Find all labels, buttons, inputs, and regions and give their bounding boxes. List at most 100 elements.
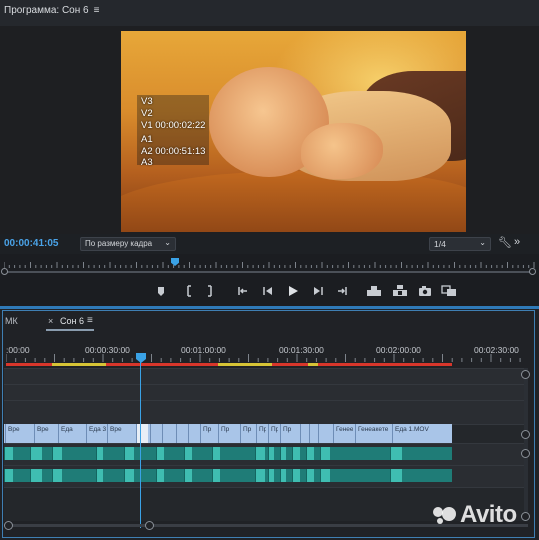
video-clip[interactable] bbox=[318, 424, 332, 443]
audio-clip[interactable] bbox=[124, 447, 134, 460]
audio-clip[interactable] bbox=[184, 447, 192, 460]
video-clip[interactable]: Пр bbox=[240, 424, 254, 443]
program-monitor-title[interactable]: Программа: Сон 6 ≡ bbox=[4, 5, 99, 16]
audio-lane-a2[interactable] bbox=[4, 469, 452, 482]
audio-clip[interactable] bbox=[212, 469, 220, 482]
video-clip[interactable] bbox=[176, 424, 188, 443]
video-clip[interactable] bbox=[188, 424, 200, 443]
marker-icon[interactable] bbox=[157, 285, 165, 297]
audio-clip[interactable] bbox=[255, 469, 265, 482]
audio-clip[interactable] bbox=[30, 447, 42, 460]
audio-clip[interactable] bbox=[96, 469, 103, 482]
track-v3[interactable] bbox=[4, 368, 528, 384]
audio-clip[interactable] bbox=[212, 447, 220, 460]
insert-icon[interactable] bbox=[366, 285, 382, 297]
go-to-out-icon[interactable] bbox=[336, 285, 348, 297]
track-v1[interactable] bbox=[4, 400, 528, 424]
audio-clip[interactable] bbox=[52, 447, 62, 460]
audio-clip[interactable] bbox=[268, 469, 274, 482]
zoom-handle-right[interactable] bbox=[529, 268, 536, 275]
audio-clip[interactable] bbox=[156, 469, 164, 482]
monitor-zoom-scrollbar[interactable] bbox=[4, 271, 535, 273]
play-icon[interactable] bbox=[287, 285, 299, 297]
scroll-handle-mid[interactable] bbox=[521, 449, 530, 458]
overlay-line: V3 bbox=[141, 96, 153, 107]
audio-clip[interactable] bbox=[292, 447, 300, 460]
track-v2[interactable] bbox=[4, 384, 528, 400]
scroll-handle-top[interactable] bbox=[521, 370, 530, 379]
audio-clip[interactable] bbox=[280, 469, 286, 482]
video-clip[interactable]: Вре bbox=[5, 424, 31, 443]
render-bar-red bbox=[106, 363, 218, 366]
scroll-handle-bottom[interactable] bbox=[521, 512, 530, 521]
go-to-in-icon[interactable] bbox=[237, 285, 249, 297]
video-clip[interactable]: Пр bbox=[218, 424, 238, 443]
audio-clip[interactable] bbox=[268, 447, 274, 460]
video-clip[interactable]: Еда bbox=[58, 424, 84, 443]
vertical-scrollbar[interactable] bbox=[524, 368, 528, 518]
mark-in-icon[interactable] bbox=[184, 285, 192, 297]
video-clip[interactable]: Вре bbox=[34, 424, 58, 443]
video-clip[interactable]: Пр bbox=[256, 424, 266, 443]
audio-clip[interactable] bbox=[320, 447, 330, 460]
audio-clip[interactable] bbox=[320, 469, 330, 482]
audio-clip[interactable] bbox=[4, 469, 13, 482]
render-bar-yellow bbox=[52, 363, 106, 366]
step-forward-icon[interactable] bbox=[312, 285, 324, 297]
step-back-icon[interactable] bbox=[262, 285, 274, 297]
panel-menu-icon[interactable]: ≡ bbox=[94, 5, 100, 16]
zoom-handle-left[interactable] bbox=[1, 268, 8, 275]
frame-blanket bbox=[121, 171, 466, 232]
audio-clip[interactable] bbox=[124, 469, 134, 482]
audio-clip[interactable] bbox=[306, 447, 314, 460]
audio-clip[interactable] bbox=[292, 469, 300, 482]
video-clip-selected[interactable] bbox=[136, 424, 148, 443]
playhead-timecode[interactable]: 00:00:41:05 bbox=[4, 238, 58, 249]
overlay-line: V2 bbox=[141, 108, 153, 119]
video-clip[interactable] bbox=[300, 424, 308, 443]
resolution-dropdown[interactable]: 1/4 ⌄ bbox=[429, 237, 491, 251]
render-bar-red bbox=[6, 363, 52, 366]
tab-sequence[interactable]: Сон 6 bbox=[60, 316, 84, 326]
video-clip[interactable]: Вре bbox=[107, 424, 135, 443]
overlay-line: A1 bbox=[141, 134, 153, 145]
audio-clip[interactable] bbox=[96, 447, 103, 460]
fit-dropdown[interactable]: По размеру кадра ⌄ bbox=[80, 237, 176, 251]
video-clip[interactable] bbox=[150, 424, 162, 443]
overwrite-icon[interactable] bbox=[392, 285, 408, 297]
audio-clip[interactable] bbox=[306, 469, 314, 482]
video-clip[interactable]: Генеакете bbox=[355, 424, 389, 443]
compare-icon[interactable] bbox=[441, 285, 457, 297]
audio-clip[interactable] bbox=[280, 447, 286, 460]
audio-clip[interactable] bbox=[255, 447, 265, 460]
mark-out-icon[interactable] bbox=[207, 285, 215, 297]
audio-clip[interactable] bbox=[184, 469, 192, 482]
audio-clip[interactable] bbox=[390, 469, 402, 482]
audio-clip[interactable] bbox=[4, 447, 13, 460]
tab-menu-icon[interactable]: ≡ bbox=[87, 315, 93, 326]
video-clip[interactable]: Пр bbox=[268, 424, 278, 443]
video-clip[interactable] bbox=[162, 424, 174, 443]
audio-lane-a1[interactable] bbox=[4, 447, 452, 460]
video-clip[interactable]: Еда 1.MOV bbox=[392, 424, 450, 443]
h-scroll-handle-left[interactable] bbox=[4, 521, 13, 530]
tab-mk[interactable]: МК bbox=[5, 316, 18, 326]
audio-clip[interactable] bbox=[390, 447, 402, 460]
video-clip[interactable]: Еда 3.M bbox=[86, 424, 106, 443]
video-clip[interactable]: Пр bbox=[280, 424, 298, 443]
h-scroll-handle-right[interactable] bbox=[145, 521, 154, 530]
more-icon[interactable]: » bbox=[514, 236, 520, 248]
audio-clip[interactable] bbox=[156, 447, 164, 460]
video-clip[interactable] bbox=[309, 424, 317, 443]
audio-clip[interactable] bbox=[30, 469, 42, 482]
video-clip[interactable]: Пр bbox=[200, 424, 218, 443]
close-icon[interactable]: × bbox=[48, 316, 53, 326]
resolution-dropdown-value: 1/4 bbox=[434, 239, 446, 249]
scroll-handle-mid[interactable] bbox=[521, 430, 530, 439]
timeline-ruler-ticks[interactable] bbox=[6, 354, 526, 362]
export-frame-icon[interactable] bbox=[418, 285, 432, 297]
video-clip[interactable]: Генее bbox=[333, 424, 353, 443]
wrench-icon[interactable]: 🔧︎ bbox=[498, 236, 512, 249]
audio-clip[interactable] bbox=[52, 469, 62, 482]
watermark: Avito bbox=[460, 501, 517, 528]
